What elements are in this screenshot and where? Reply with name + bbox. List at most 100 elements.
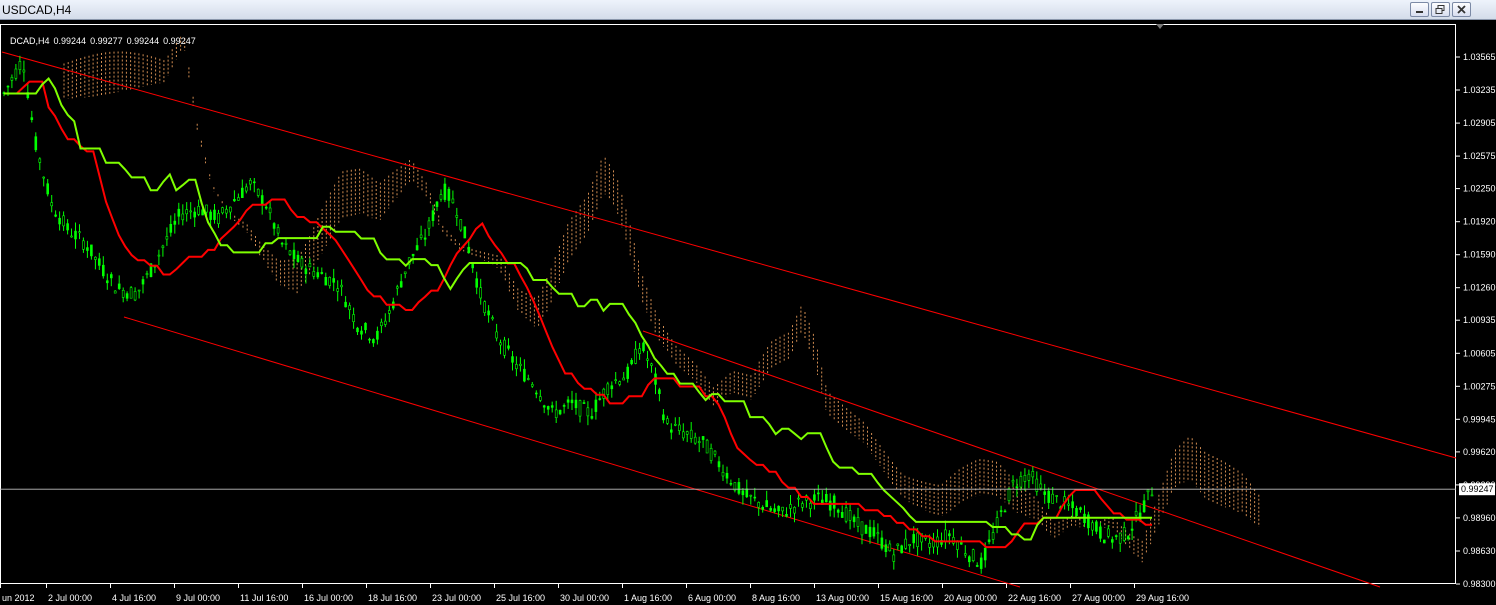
candle-body [475,278,479,288]
candle-body [900,545,904,554]
candle-body [217,213,220,225]
candle-body [1150,494,1154,497]
candle-body [789,504,792,509]
candle-body [495,331,498,339]
time-tick-label: 6 Aug 00:00 [688,593,736,603]
candle-body [324,276,328,286]
candle-body [729,482,733,485]
candle-body [117,283,121,289]
candle-body [403,271,407,274]
candle-body [46,183,50,195]
candle-body [646,358,649,361]
candle-body [165,236,169,240]
price-chart[interactable]: 1.03565 1.03235 1.02905 1.02575 1.02250 1.019… [0,21,1496,605]
candle-body [785,513,788,517]
time-tick-label: 2 Jul 00:00 [48,593,92,603]
candle-body [685,431,689,435]
candle-body [395,286,399,289]
candle-body [368,338,371,341]
candle-body [447,188,451,201]
candle-body [459,219,463,231]
candle-body [884,544,888,553]
candle-body [308,263,312,268]
candle-body [546,406,550,410]
candle-body [22,69,26,73]
candle-body [320,272,324,274]
candle-body [328,276,332,286]
candle-body [892,554,896,562]
candle-body [58,217,61,225]
candle-body [1079,507,1082,510]
candle-body [566,399,570,403]
candle-body [626,366,630,379]
candle-body [622,377,626,381]
candle-body [550,405,554,408]
candle-body [534,392,538,395]
candle-body [177,208,181,217]
close-button[interactable] [1452,2,1471,17]
price-tick-label: 1.00275 [1463,381,1496,391]
candle-body [125,293,129,299]
open-value: 0.99244 [53,36,87,46]
candle-body [904,538,908,549]
candle-body [888,543,892,552]
candle-body [864,525,868,534]
candle-body [880,537,884,549]
candle-body [618,381,622,385]
candle-body [1118,532,1122,544]
candle-body [340,284,343,288]
candle-body [991,532,995,540]
candle-body [689,429,693,439]
candle-body [280,242,284,245]
channel-mid-line [642,330,1381,588]
price-tick-label: 1.03235 [1463,85,1496,95]
restore-button[interactable] [1431,2,1450,17]
candle-body [582,402,586,404]
candle-body [197,206,200,215]
price-tick-label: 0.99620 [1463,447,1496,457]
candle-body [765,500,769,508]
candle-body [956,541,959,550]
candle-body [856,517,860,527]
candle-body [74,230,77,240]
candle-body [868,526,872,538]
window-titlebar[interactable]: USDCAD,H4 [0,0,1496,20]
price-tick-label: 1.00605 [1463,348,1496,358]
candle-body [948,533,951,537]
candle-body [499,342,502,346]
time-tick-label: 1 Aug 16:00 [624,593,672,603]
time-tick-label: 18 Jul 16:00 [368,593,417,603]
candle-body [519,363,522,366]
candle-body [713,450,717,455]
minimize-button[interactable] [1410,2,1429,17]
close-value: 0.99247 [163,36,196,46]
minimize-icon [1416,11,1423,13]
time-tick-label: 29 Aug 16:00 [1136,593,1189,603]
price-tick-label: 1.00935 [1463,315,1496,325]
candle-body [558,409,562,415]
candle-body [272,223,276,229]
candle-body [717,461,721,468]
candle-body [590,416,594,419]
candle-body [630,359,633,365]
candle-body [431,210,435,221]
candle-body [952,537,955,544]
price-tick-label: 1.02905 [1463,118,1496,128]
candle-body [90,244,93,257]
candle-body [304,268,308,274]
candle-body [296,254,300,263]
candle-body [50,202,54,207]
candle-body [137,289,141,292]
candle-body [1130,528,1134,531]
candle-body [999,510,1003,512]
candle-body [419,234,423,239]
candle-body [173,220,177,225]
plot-frame [0,24,1456,584]
candle-body [1126,536,1130,540]
candle-body [650,363,653,366]
candle-body [225,209,228,214]
time-tick-label: 20 Aug 00:00 [944,593,997,603]
candle-body [82,240,85,250]
chart-area[interactable]: 1.03565 1.03235 1.02905 1.02575 1.02250 1.019… [0,21,1496,605]
candle-body [233,199,236,202]
